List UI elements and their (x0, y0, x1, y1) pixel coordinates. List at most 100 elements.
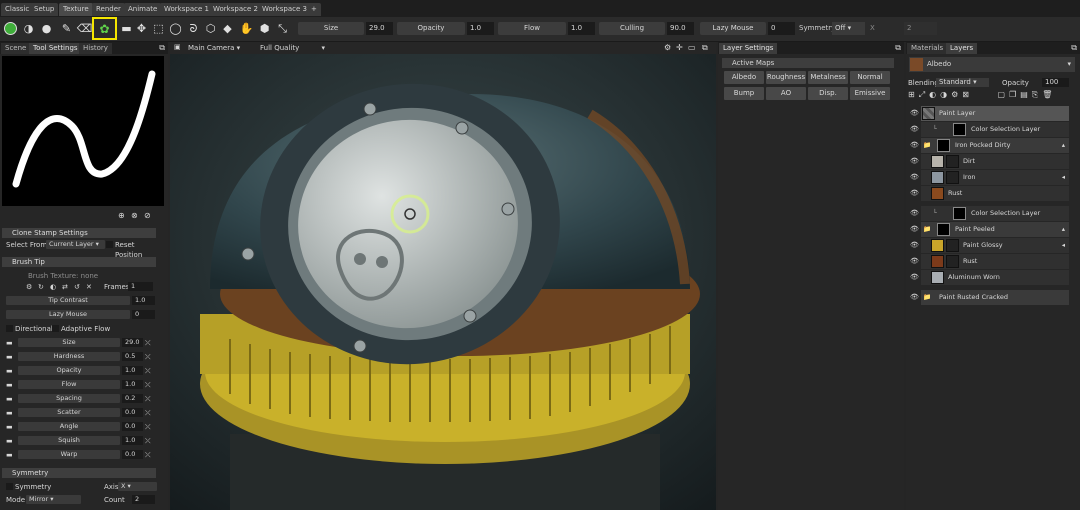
merge-icon[interactable]: ⊠ (962, 90, 973, 99)
ellipse-select-icon[interactable]: ◯ (168, 21, 183, 36)
param-slider[interactable]: Angle (18, 422, 120, 431)
popout-icon[interactable]: ⧉ (159, 43, 165, 53)
culling-value[interactable]: 90.0 (667, 22, 694, 35)
paint-tool-icon[interactable] (3, 21, 18, 36)
add-workspace-button[interactable]: + (307, 3, 321, 16)
brush-tool-icon[interactable]: ✎ (59, 21, 74, 36)
tab-workspace-2[interactable]: Workspace 2 (209, 3, 262, 16)
map-emissive-button[interactable]: Emissive (850, 87, 890, 100)
param-slider[interactable]: Flow (18, 380, 120, 389)
transform-tool-icon[interactable]: ✥ (134, 21, 149, 36)
reset-position-checkbox[interactable] (106, 241, 113, 248)
folder-icon[interactable]: ▤ (1020, 90, 1032, 99)
tab-scene[interactable]: Scene (1, 43, 31, 54)
layer-item[interactable]: Paint Layer (921, 106, 1069, 121)
visibility-eye-icon[interactable]: 👁 (910, 290, 919, 305)
tab-setup[interactable]: Setup (30, 3, 59, 16)
param-slider[interactable]: Scatter (18, 408, 120, 417)
axis-dropdown[interactable]: X ▾ (118, 482, 157, 491)
layer-group[interactable]: 📁 Paint Rusted Cracked (921, 290, 1069, 305)
param-value[interactable]: 1.0 (122, 436, 143, 445)
popout-icon[interactable]: ⧉ (895, 43, 901, 53)
param-link-icon[interactable]: ⤫ (145, 408, 151, 418)
popout-icon[interactable]: ⧉ (1071, 43, 1077, 53)
brush-tip-header[interactable]: Brush Tip (2, 257, 156, 267)
flow-value[interactable]: 1.0 (568, 22, 595, 35)
texture-clear-icon[interactable]: ✕ (86, 282, 92, 292)
viewport-settings-icon[interactable]: ⚙ (664, 43, 671, 52)
trash-icon[interactable]: 🗑 (1042, 90, 1056, 99)
camera-icon[interactable]: ▣ (174, 43, 181, 51)
lazy-mouse-slider[interactable]: Lazy Mouse (6, 310, 130, 319)
smudge-tool-icon[interactable]: ◑ (21, 21, 36, 36)
tip-contrast-slider[interactable]: Tip Contrast (6, 296, 130, 305)
visibility-eye-icon[interactable]: 👁 (910, 170, 919, 185)
viewport-navigate-icon[interactable]: ✛ (676, 43, 683, 52)
mask-icon[interactable]: ◐ (929, 90, 940, 99)
lazy-mouse-slider[interactable]: Lazy Mouse (700, 22, 766, 35)
visibility-eye-icon[interactable]: 👁 (910, 222, 919, 237)
adaptive-flow-checkbox[interactable] (52, 325, 59, 332)
param-slider[interactable]: Hardness (18, 352, 120, 361)
fill-tool-icon[interactable]: ▬ (119, 21, 134, 36)
texture-settings-icon[interactable]: ⚙ (26, 282, 32, 292)
clone-stamp-tool-icon[interactable]: ✿ (92, 17, 117, 40)
param-slider[interactable]: Warp (18, 450, 120, 459)
param-link-icon[interactable]: ⤫ (145, 394, 151, 404)
param-value[interactable]: 29.0 (122, 338, 143, 347)
collapse-icon[interactable]: ▴ (1062, 222, 1065, 237)
delete-brush-icon[interactable]: ⊘ (144, 211, 151, 220)
lazy-mouse-value[interactable]: 0 (132, 310, 155, 319)
pen-pressure-toggle-icon[interactable]: ▬ (6, 366, 13, 376)
param-slider[interactable]: Squish (18, 436, 120, 445)
symmetry-dropdown[interactable]: Off ▾ (832, 22, 865, 35)
texture-refresh-icon[interactable]: ↺ (74, 282, 80, 292)
tab-workspace-3[interactable]: Workspace 3 (258, 3, 311, 16)
camera-dropdown[interactable]: Main Camera ▾ (188, 44, 240, 52)
eraser-tool-icon[interactable]: ⌫ (77, 21, 93, 36)
pen-pressure-toggle-icon[interactable]: ▬ (6, 408, 13, 418)
param-value[interactable]: 1.0 (122, 380, 143, 389)
pen-pressure-toggle-icon[interactable]: ▬ (6, 436, 13, 446)
layer-group[interactable]: 📁 Paint Peeled ▴ (921, 222, 1069, 237)
mode-dropdown[interactable]: Mirror ▾ (26, 495, 81, 504)
map-albedo-button[interactable]: Albedo (724, 71, 764, 84)
map-normal-button[interactable]: Normal (850, 71, 890, 84)
tab-layers[interactable]: Layers (946, 43, 978, 54)
tip-contrast-value[interactable]: 1.0 (132, 296, 155, 305)
size-value[interactable]: 29.0 (366, 22, 393, 35)
culling-slider[interactable]: Culling (599, 22, 665, 35)
map-disp-button[interactable]: Disp. (808, 87, 848, 100)
layer-item[interactable]: └ Color Selection Layer (921, 206, 1069, 221)
pen-pressure-toggle-icon[interactable]: ▬ (6, 338, 13, 348)
visibility-eye-icon[interactable]: 👁 (910, 206, 919, 221)
param-value[interactable]: 0.0 (122, 422, 143, 431)
param-link-icon[interactable]: ⤫ (145, 352, 151, 362)
tab-history[interactable]: History (79, 43, 112, 54)
param-value[interactable]: 0.0 (122, 408, 143, 417)
param-value[interactable]: 0.5 (122, 352, 143, 361)
tab-layer-settings[interactable]: Layer Settings (719, 43, 778, 54)
pick-tool-icon[interactable]: ⤡ (275, 21, 290, 36)
tab-texture[interactable]: Texture (59, 3, 93, 16)
active-maps-header[interactable]: Active Maps (722, 58, 894, 68)
new-layer-icon[interactable]: ⊞ (908, 90, 919, 99)
param-link-icon[interactable]: ⤫ (145, 366, 151, 376)
layer-item[interactable]: Rust (921, 254, 1069, 269)
visibility-eye-icon[interactable]: 👁 (910, 270, 919, 285)
lazy-mouse-value[interactable]: 0 (768, 22, 795, 35)
param-value[interactable]: 1.0 (122, 366, 143, 375)
visibility-eye-icon[interactable]: 👁 (910, 106, 919, 121)
blending-dropdown[interactable]: Standard ▾ (936, 78, 989, 87)
map-roughness-button[interactable]: Roughness (766, 71, 806, 84)
save-brush-icon[interactable]: ⊗ (131, 211, 138, 220)
tab-materials[interactable]: Materials (907, 43, 948, 54)
quality-dropdown[interactable]: Full Quality ▾ (260, 44, 325, 52)
opacity-slider[interactable]: Opacity (397, 22, 465, 35)
directional-checkbox[interactable] (6, 325, 13, 332)
symmetry-header[interactable]: Symmetry (2, 468, 156, 478)
param-value[interactable]: 0.2 (122, 394, 143, 403)
flow-slider[interactable]: Flow (498, 22, 566, 35)
param-link-icon[interactable]: ⤫ (145, 422, 151, 432)
param-slider[interactable]: Size (18, 338, 120, 347)
